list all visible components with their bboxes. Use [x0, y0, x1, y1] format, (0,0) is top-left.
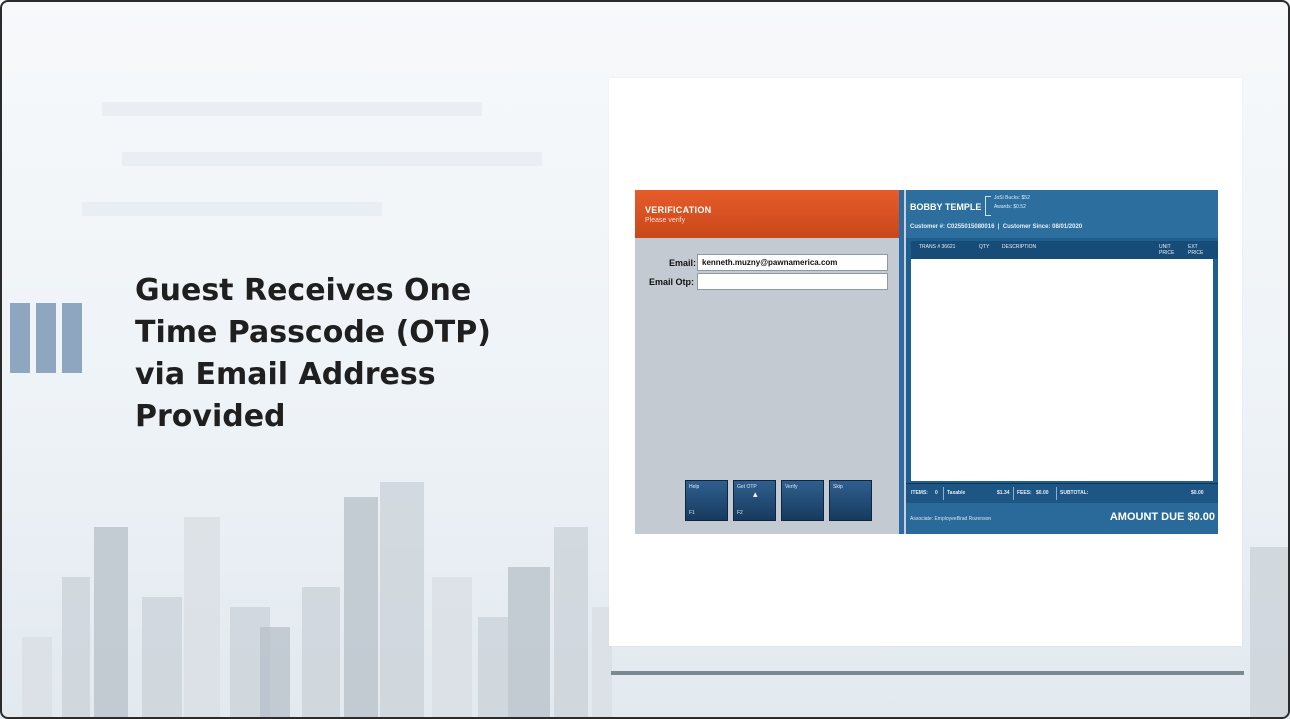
totals-bar: ITEMS: 0 Taxable $1.34 FEES: $0.00 SUBTO… [906, 483, 1218, 503]
verify-button-label: Verify [785, 484, 798, 490]
customer-points-line1: JoSi Bucks: $52 [994, 195, 1030, 201]
fees-value: $0.00 [1036, 490, 1049, 496]
help-button[interactable]: Help F1 [685, 480, 728, 521]
accent-bars [10, 303, 90, 373]
skip-button[interactable]: Skip [829, 480, 872, 521]
customer-header: BOBBY TEMPLE JoSi Bucks: $52 Awards: $0.… [906, 190, 1218, 238]
taxable-value: $1.34 [997, 490, 1010, 496]
help-button-label: Help [689, 484, 700, 490]
customer-number: C0255015080016 [946, 224, 995, 230]
verification-subtitle: Please verify [645, 217, 686, 224]
background-streak [102, 102, 482, 116]
transaction-pane: BOBBY TEMPLE JoSi Bucks: $52 Awards: $0.… [906, 190, 1218, 534]
customer-rewards: JoSi Bucks: $52 Awards: $0.52 [994, 194, 1030, 212]
background-streak [122, 152, 542, 166]
customer-name: BOBBY TEMPLE [910, 202, 982, 212]
associate-name: Associate: EmployeeBrad Rozenson [910, 516, 992, 522]
column-unit-price: UNIT PRICE [1159, 244, 1175, 256]
subtotal-label: SUBTOTAL: [1060, 490, 1089, 496]
transaction-table-header: TRANS # 36621 QTY DESCRIPTION UNIT PRICE… [911, 241, 1218, 259]
footer-bar: Associate: EmployeeBrad Rozenson AMOUNT … [906, 503, 1218, 534]
verify-button[interactable]: Verify [781, 480, 824, 521]
customer-number-label: Customer #: [910, 224, 946, 230]
slide-title: Guest Receives One Time Passcode (OTP) v… [135, 273, 491, 434]
slide-frame: Guest Receives One Time Passcode (OTP) v… [0, 0, 1290, 719]
column-ext-price: EXT PRICE [1188, 244, 1204, 256]
email-otp-field[interactable] [697, 273, 888, 290]
taxable-label: Taxable [947, 490, 966, 496]
subtotal-value: $0.00 [1191, 490, 1204, 496]
screenshot-underline [611, 671, 1244, 675]
email-label: Email: [668, 258, 696, 268]
accent-bar [36, 303, 56, 373]
pos-app-window: VERIFICATION Please verify Email: Email … [635, 190, 1218, 534]
skip-button-label: Skip [833, 484, 843, 490]
items-label: ITEMS: [911, 490, 928, 496]
customer-info: Customer #: C0255015080016 | Customer Si… [910, 224, 1083, 230]
totals-divider [1013, 487, 1014, 500]
customer-bracket [985, 196, 991, 216]
column-description: DESCRIPTION [1002, 244, 1037, 250]
help-button-key: F1 [689, 510, 695, 516]
totals-divider [943, 487, 944, 500]
background-streak [82, 202, 382, 216]
fees-label: FEES: [1017, 490, 1032, 496]
customer-points-line2: Awards: $0.52 [994, 204, 1026, 210]
get-otp-button-key: F2 [737, 510, 743, 516]
items-value: 0 [935, 490, 938, 496]
get-otp-button[interactable]: Get OTP ▴ F2 [733, 480, 776, 521]
accent-bar [62, 303, 82, 373]
verification-pane: VERIFICATION Please verify Email: Email … [635, 190, 904, 534]
totals-divider [1056, 487, 1057, 500]
customer-since: 08/01/2020 [1052, 224, 1083, 230]
mouse-cursor-icon: ▴ [753, 489, 758, 499]
amount-due: AMOUNT DUE $0.00 [1109, 511, 1215, 523]
verification-header: VERIFICATION Please verify [635, 190, 899, 238]
email-field[interactable] [697, 254, 888, 271]
email-otp-label: Email Otp: [648, 277, 694, 287]
column-qty: QTY [979, 244, 990, 250]
customer-since-label: Customer Since: [1002, 224, 1051, 230]
column-trans: TRANS # 36621 [919, 244, 956, 250]
verification-title: VERIFICATION [645, 205, 712, 215]
transaction-table-body[interactable] [911, 259, 1213, 481]
accent-bar [10, 303, 30, 373]
function-key-row: Help F1 Get OTP ▴ F2 Verify Skip [685, 480, 872, 521]
